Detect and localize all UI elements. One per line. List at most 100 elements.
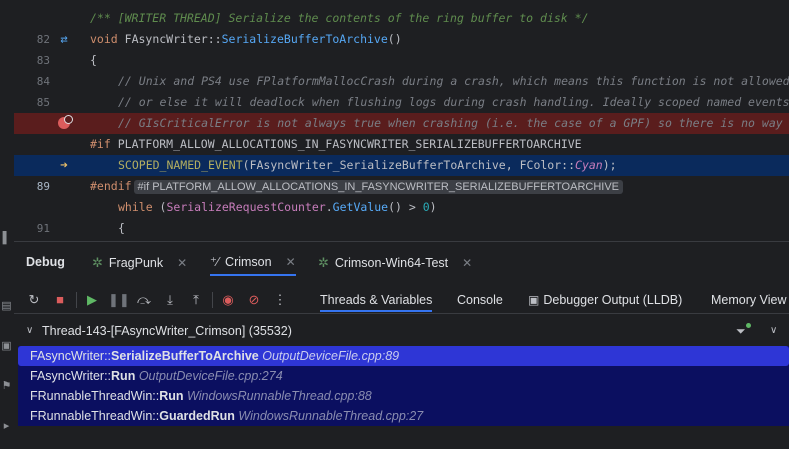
gutter[interactable] bbox=[14, 134, 88, 155]
number-literal: 0 bbox=[422, 200, 430, 214]
panel-title: Debug bbox=[26, 255, 65, 269]
resume-icon[interactable]: ▶ bbox=[82, 290, 102, 310]
endif-hint: #if PLATFORM_ALLOW_ALLOCATIONS_IN_FASYNC… bbox=[133, 180, 624, 194]
code-line[interactable]: 83 ⇄ void FAsyncWriter::SerializeBufferT… bbox=[14, 29, 789, 67]
step-into-icon[interactable]: ⤓ bbox=[160, 290, 180, 310]
breakpoint-icon[interactable] bbox=[56, 113, 73, 134]
code-line[interactable]: 86 // or else it will deadlock when flus… bbox=[14, 92, 789, 130]
frame-row[interactable]: FRunnableThreadWin::GuardedRun WindowsRu… bbox=[18, 406, 789, 426]
frame-class: FRunnableThreadWin:: bbox=[30, 409, 160, 423]
more-icon[interactable]: ⋮ bbox=[270, 290, 290, 310]
pause-icon[interactable]: ❚❚ bbox=[108, 290, 130, 310]
gutter[interactable]: 92 bbox=[14, 218, 88, 239]
close-icon[interactable]: ✕ bbox=[462, 256, 472, 270]
brace: { bbox=[90, 53, 97, 67]
gutter[interactable]: 86 bbox=[14, 92, 88, 130]
close-icon[interactable]: ✕ bbox=[286, 255, 296, 269]
problems-icon[interactable]: ⚑ bbox=[1, 380, 12, 392]
tab-console[interactable]: Console bbox=[457, 292, 503, 312]
debug-toolbar: ↻ ■ ▶ ❚❚ ⤼ ⤓ ⤒ ◉ ⊘ ⋮ Threads & Variables… bbox=[14, 286, 789, 314]
code-line[interactable]: 92 { bbox=[14, 218, 789, 239]
code-line[interactable]: #endif #if PLATFORM_ALLOW_ALLOCATIONS_IN_… bbox=[14, 176, 789, 197]
services-icon[interactable]: ▣ bbox=[1, 340, 12, 352]
session-tab-crimson-win64-test[interactable]: ✲ Crimson-Win64-Test ✕ bbox=[318, 250, 472, 276]
step-out-icon[interactable]: ⤒ bbox=[186, 290, 206, 310]
scope-operator: :: bbox=[207, 32, 222, 46]
current-execution-line[interactable]: 89 ➔ SCOPED_NAMED_EVENT(FAsyncWriter_Ser… bbox=[14, 155, 789, 193]
close-icon[interactable]: ✕ bbox=[177, 256, 187, 270]
bug-icon: ✲ bbox=[92, 255, 103, 270]
breakpoint-line[interactable]: // GIsCriticalError is not always true w… bbox=[14, 113, 789, 134]
code-line[interactable]: 85 // Unix and PS4 use FPlatformMallocCr… bbox=[14, 71, 789, 109]
view-breakpoints-icon[interactable]: ◉ bbox=[218, 290, 238, 310]
operator: () > bbox=[388, 200, 423, 214]
tool-window-strip: ▌ ▤ ▣ ⚑ ▸ bbox=[0, 0, 14, 449]
code-line[interactable]: 82 /** [WRITER THREAD] Serialize the con… bbox=[14, 8, 789, 46]
preprocessor-endif: #endif bbox=[90, 179, 132, 193]
dot: . bbox=[325, 200, 333, 214]
function-name: SerializeBufferToArchive bbox=[221, 32, 388, 46]
frame-function: Run bbox=[159, 389, 184, 403]
session-tab-fragpunk[interactable]: ✲ FragPunk ✕ bbox=[92, 250, 187, 276]
gutter[interactable]: 82 bbox=[14, 8, 88, 46]
structure-icon[interactable]: ▤ bbox=[1, 300, 12, 312]
terminal-strip-icon[interactable]: ▸ bbox=[1, 420, 12, 432]
comma: , bbox=[505, 158, 520, 172]
frame-function: Run bbox=[111, 369, 136, 383]
toolbar-separator bbox=[212, 292, 213, 308]
execution-arrow-icon: ➔ bbox=[60, 158, 68, 173]
tab-memory-view[interactable]: Memory View bbox=[711, 292, 786, 312]
gutter[interactable] bbox=[14, 113, 88, 134]
debug-tool-window: Debug ✲ FragPunk ✕ ⁺⁄ Crimson ✕ ✲ Crimso… bbox=[14, 241, 789, 449]
tab-debugger-output[interactable]: ▣ Debugger Output (LLDB) bbox=[528, 292, 682, 312]
mute-breakpoints-icon[interactable]: ⊘ bbox=[244, 290, 264, 310]
tab-threads-variables[interactable]: Threads & Variables bbox=[320, 292, 433, 312]
keyword: void bbox=[90, 32, 118, 46]
filter-icon[interactable]: ⏷ bbox=[736, 324, 746, 339]
frame-class: FRunnableThreadWin:: bbox=[30, 389, 160, 403]
code-line[interactable]: 84 { bbox=[14, 50, 789, 88]
frame-row[interactable]: FAsyncWriter::Run OutputDeviceFile.cpp:2… bbox=[18, 366, 789, 386]
parens: () bbox=[387, 32, 402, 46]
gutter[interactable]: 91 bbox=[14, 197, 88, 235]
code-editor[interactable]: 82 /** [WRITER THREAD] Serialize the con… bbox=[14, 8, 789, 241]
call-stack-frames: FAsyncWriter::SerializeBufferToArchive O… bbox=[18, 346, 789, 426]
comment: // Unix and PS4 use FPlatformMallocCrash… bbox=[118, 74, 789, 88]
frame-class: FAsyncWriter:: bbox=[30, 369, 112, 383]
keyword: while bbox=[118, 200, 153, 214]
swap-icon[interactable]: ⇄ bbox=[56, 29, 72, 50]
filter-active-dot bbox=[746, 323, 751, 328]
frame-class: FAsyncWriter:: bbox=[30, 349, 112, 363]
gutter[interactable]: 83 ⇄ bbox=[14, 29, 88, 67]
chevron-down-icon[interactable]: ∨ bbox=[770, 325, 777, 336]
gutter[interactable]: 89 ➔ bbox=[14, 155, 88, 193]
step-over-icon[interactable]: ⤼ bbox=[134, 290, 154, 310]
debug-session-tabs: Debug ✲ FragPunk ✕ ⁺⁄ Crimson ✕ ✲ Crimso… bbox=[14, 242, 789, 282]
macro-call: SCOPED_NAMED_EVENT bbox=[118, 158, 243, 172]
chevron-down-icon[interactable]: ∨ bbox=[26, 325, 33, 336]
gutter[interactable] bbox=[14, 176, 88, 197]
stop-icon[interactable]: ■ bbox=[50, 290, 70, 310]
close-paren: ) bbox=[429, 200, 437, 214]
toolbar-separator bbox=[76, 292, 77, 308]
gutter[interactable]: 85 bbox=[14, 71, 88, 109]
rerun-icon[interactable]: ↻ bbox=[24, 290, 44, 310]
class-name: FAsyncWriter bbox=[124, 32, 208, 46]
open-paren: ( bbox=[152, 200, 167, 214]
terminal-icon: ▣ bbox=[528, 293, 540, 307]
bookmark-icon[interactable]: ▌ bbox=[1, 232, 12, 244]
doc-comment: /** [WRITER THREAD] Serialize the conten… bbox=[90, 11, 589, 25]
thread-selector[interactable]: ∨ Thread-143-[FAsyncWriter_Crimson] (355… bbox=[14, 319, 789, 345]
session-tab-crimson[interactable]: ⁺⁄ Crimson ✕ bbox=[210, 250, 296, 276]
gutter[interactable]: 84 bbox=[14, 50, 88, 88]
session-tab-label: Crimson-Win64-Test bbox=[334, 256, 449, 270]
code-line[interactable]: 91 while (SerializeRequestCounter.GetVal… bbox=[14, 197, 789, 235]
comment: // GIsCriticalError is not always true w… bbox=[118, 116, 789, 130]
frame-function: SerializeBufferToArchive bbox=[111, 349, 259, 363]
frame-row[interactable]: FAsyncWriter::SerializeBufferToArchive O… bbox=[18, 346, 789, 366]
code-line[interactable]: #if PLATFORM_ALLOW_ALLOCATIONS_IN_FASYNC… bbox=[14, 134, 789, 155]
method-name: GetValue bbox=[332, 200, 389, 214]
field-name: Cyan bbox=[575, 158, 603, 172]
frame-row[interactable]: FRunnableThreadWin::Run WindowsRunnableT… bbox=[18, 386, 789, 406]
session-tab-label: FragPunk bbox=[108, 256, 164, 270]
